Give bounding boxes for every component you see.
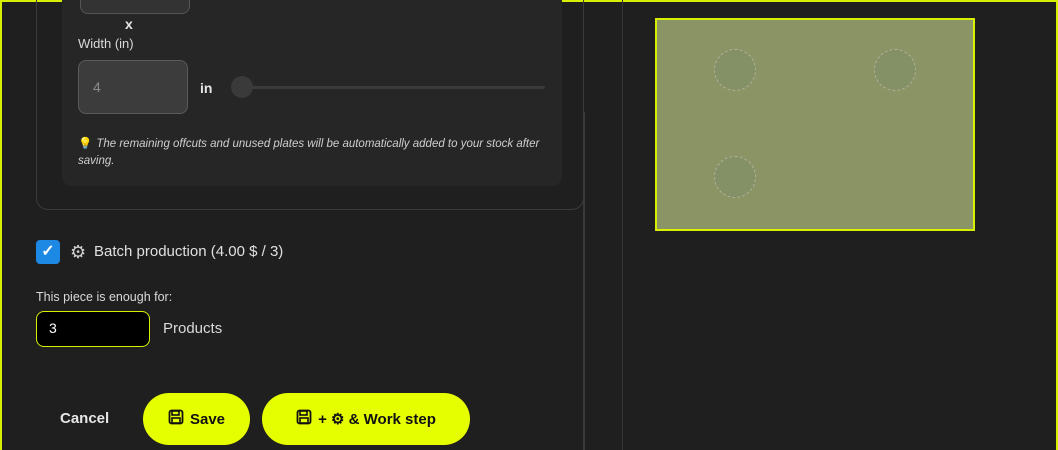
width-slider-track[interactable] <box>240 86 545 89</box>
offcut-hint: 💡 The remaining offcuts and unused plates… <box>78 136 548 170</box>
floppy-disk-icon <box>296 409 312 430</box>
plate-preview <box>655 18 975 231</box>
width-unit: in <box>200 80 213 96</box>
lightbulb-icon: 💡 <box>78 138 93 150</box>
save-button[interactable]: Save <box>143 393 250 445</box>
products-quantity-input[interactable]: 3 <box>36 311 150 347</box>
panel-divider <box>622 0 623 450</box>
gear-icon: ⚙ <box>70 242 87 262</box>
batch-production-checkbox[interactable]: ✓ <box>36 240 60 264</box>
cancel-button[interactable]: Cancel <box>60 410 109 427</box>
checkmark-icon: ✓ <box>41 243 55 260</box>
products-unit-label: Products <box>163 320 223 337</box>
length-input-partial[interactable] <box>80 0 190 14</box>
floppy-disk-icon <box>168 409 184 430</box>
dimension-separator: x <box>125 16 133 32</box>
save-and-work-step-label: + ⚙ & Work step <box>318 411 436 428</box>
width-slider-thumb[interactable] <box>231 76 253 98</box>
offcut-hint-text: The remaining offcuts and unused plates … <box>78 138 540 167</box>
width-label: Width (in) <box>78 36 134 51</box>
scrollbar[interactable] <box>583 112 585 450</box>
save-button-label: Save <box>189 410 226 428</box>
plate-hole <box>874 49 916 91</box>
plate-hole <box>714 49 756 91</box>
save-and-work-step-button[interactable]: + ⚙ & Work step <box>262 393 470 445</box>
width-input[interactable]: 4 <box>78 60 188 114</box>
batch-production-label: Batch production (4.00 $ / 3) <box>94 243 284 260</box>
plate-hole <box>714 156 756 198</box>
enough-for-label: This piece is enough for: <box>36 290 173 304</box>
